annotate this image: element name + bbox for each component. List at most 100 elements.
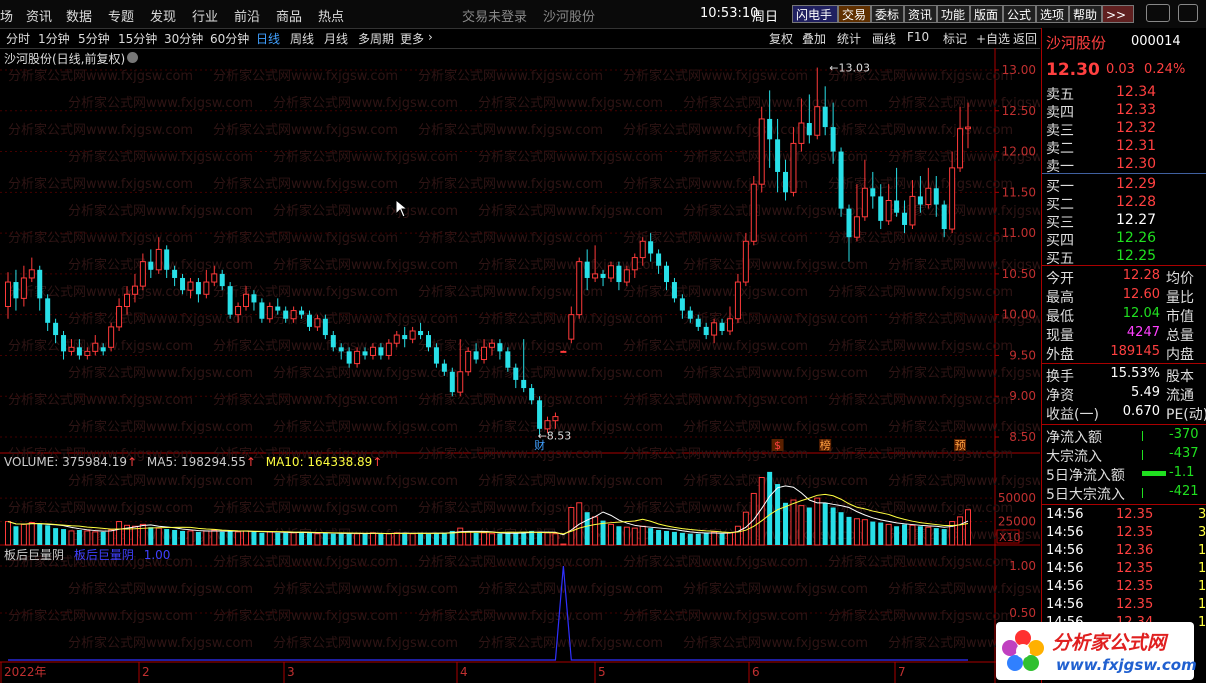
candle-body <box>775 139 781 172</box>
tick-row: 14:56 12.35 1 <box>1046 597 1206 615</box>
chart-tool-button[interactable]: 标记 <box>943 30 967 47</box>
candle-body <box>957 128 964 169</box>
watermark-text: 分析家公式网www.fxjgsw.com <box>478 149 663 165</box>
price-tick-label: 13.00 <box>1002 63 1036 77</box>
volume-bar <box>203 530 210 546</box>
volume-bar <box>664 530 670 545</box>
indicator-name[interactable]: 板后巨量阴 <box>4 548 64 562</box>
candle-body <box>623 269 630 283</box>
event-marker-label: 财 <box>534 438 545 452</box>
up-arrow-icon: ↑ <box>127 455 138 469</box>
price-tick-label: 12.50 <box>1002 104 1036 118</box>
price-tick-label: 10.00 <box>1002 308 1036 322</box>
volume-bar <box>180 530 186 545</box>
candle-body <box>798 122 805 144</box>
menu-item[interactable]: 场 <box>0 6 13 25</box>
menu-item[interactable]: 商品 <box>276 6 302 25</box>
candle-body <box>92 342 99 352</box>
chart-tool-button[interactable]: 画线 <box>872 30 896 47</box>
bid-price: 12.26 <box>1116 230 1157 246</box>
chart-tool-button[interactable]: 复权 <box>769 30 793 47</box>
price-tick-label: 9.00 <box>1009 389 1036 403</box>
toolbar-button[interactable]: 交易 <box>838 5 871 23</box>
period-tab[interactable]: 分时 <box>6 30 30 47</box>
tick-row: 14:56 12.36 1 <box>1046 543 1206 561</box>
toolbar-button[interactable]: 资讯 <box>904 5 937 23</box>
chevron-right-icon[interactable]: › <box>428 30 433 44</box>
chart-tool-button[interactable]: 统计 <box>837 30 861 47</box>
kline-chart[interactable]: 分析家公式网www.fxjgsw.com 分析家公式网www.fxjgsw.com… <box>0 48 1040 683</box>
menu-item[interactable]: 热点 <box>318 6 344 25</box>
toolbar-button[interactable]: 委标 <box>871 5 904 23</box>
shirt-icon[interactable] <box>1146 4 1170 22</box>
stat-label: 最高 <box>1046 290 1074 306</box>
period-tab[interactable]: 5分钟 <box>78 30 110 47</box>
volume-bar <box>148 527 154 545</box>
tick-row: 14:56 12.35 1 <box>1046 561 1206 579</box>
chart-tool-button[interactable]: F10 <box>907 30 929 44</box>
menu-item[interactable]: 发现 <box>150 6 176 25</box>
volume-bar <box>172 530 178 545</box>
tick-price: 12.36 <box>1116 543 1154 558</box>
period-tab[interactable]: 月线 <box>324 30 348 47</box>
tick-time: 14:56 <box>1046 561 1084 576</box>
period-tab[interactable]: 15分钟 <box>118 30 157 47</box>
menu-item[interactable]: 专题 <box>108 6 134 25</box>
period-tab[interactable]: 30分钟 <box>164 30 203 47</box>
watermark-text: 分析家公式网www.fxjgsw.com <box>418 608 603 624</box>
flow-row: 大宗流入 -437 <box>1046 446 1206 465</box>
volume-bar <box>155 527 162 546</box>
menu-item[interactable]: 资讯 <box>26 6 52 25</box>
watermark-text: 分析家公式网www.fxjgsw.com <box>68 635 253 651</box>
watermark-text: 分析家公式网www.fxjgsw.com <box>273 419 458 435</box>
window-icon[interactable] <box>1178 4 1198 22</box>
candle-body <box>164 249 170 270</box>
period-tab[interactable]: 多周期 <box>358 30 394 47</box>
tick-volume: 1 <box>1198 597 1206 612</box>
chart-tool-button[interactable]: +自选 <box>976 30 1010 47</box>
period-tab[interactable]: 周线 <box>290 30 314 47</box>
menu-item[interactable]: 行业 <box>192 6 218 25</box>
menu-item[interactable]: 前沿 <box>234 6 260 25</box>
stat-value: 12.04 <box>1122 306 1160 321</box>
toolbar-button[interactable]: 功能 <box>937 5 970 23</box>
volume-bar <box>497 533 503 545</box>
chart-tool-button[interactable]: 返回 <box>1013 30 1037 47</box>
volume-bar <box>925 526 932 546</box>
toolbar-button[interactable]: 版面 <box>970 5 1003 23</box>
price-tick-label: 8.50 <box>1009 430 1036 444</box>
candle-body <box>378 347 384 356</box>
candle-body <box>846 208 852 238</box>
candle-body <box>299 310 305 315</box>
candle-body <box>155 248 162 271</box>
more-button[interactable]: >> <box>1102 5 1134 23</box>
candle-body <box>314 318 321 328</box>
login-status[interactable]: 交易未登录 <box>462 6 527 25</box>
volume-bar <box>385 533 392 546</box>
volume-bar <box>648 528 654 545</box>
chart-tool-button[interactable]: 叠加 <box>802 30 826 47</box>
flow-label: 5日净流入额 <box>1046 468 1125 484</box>
period-tab[interactable]: 1分钟 <box>38 30 70 47</box>
volume-bar <box>933 528 939 545</box>
toolbar-button[interactable]: 公式 <box>1003 5 1036 23</box>
volume-bar <box>806 507 812 545</box>
tick-time: 14:56 <box>1046 597 1084 612</box>
toolbar-button[interactable]: 闪电手 <box>792 5 838 23</box>
volume-bar <box>164 529 170 545</box>
period-tab[interactable]: 60分钟 <box>210 30 249 47</box>
tick-price: 12.35 <box>1116 507 1154 522</box>
watermark-text: 分析家公式网www.fxjgsw.com <box>683 311 868 327</box>
period-tab[interactable]: 更多 <box>400 30 424 47</box>
menu-item[interactable]: 数据 <box>66 6 92 25</box>
toolbar-button[interactable]: 选项 <box>1036 5 1069 23</box>
toolbar-button[interactable]: 帮助 <box>1069 5 1102 23</box>
period-tab[interactable]: 日线 <box>256 30 280 47</box>
volume-bar <box>283 532 289 545</box>
candle-body <box>409 330 416 340</box>
watermark-text: 分析家公式网www.fxjgsw.com <box>273 95 458 111</box>
watermark-text: 分析家公式网www.fxjgsw.com <box>683 95 868 111</box>
volume-legend: VOLUME: 375984.19↑ MA5: 198294.55↑ MA10:… <box>4 455 382 469</box>
bid-price: 12.27 <box>1116 212 1157 228</box>
volume-bar <box>909 524 916 546</box>
